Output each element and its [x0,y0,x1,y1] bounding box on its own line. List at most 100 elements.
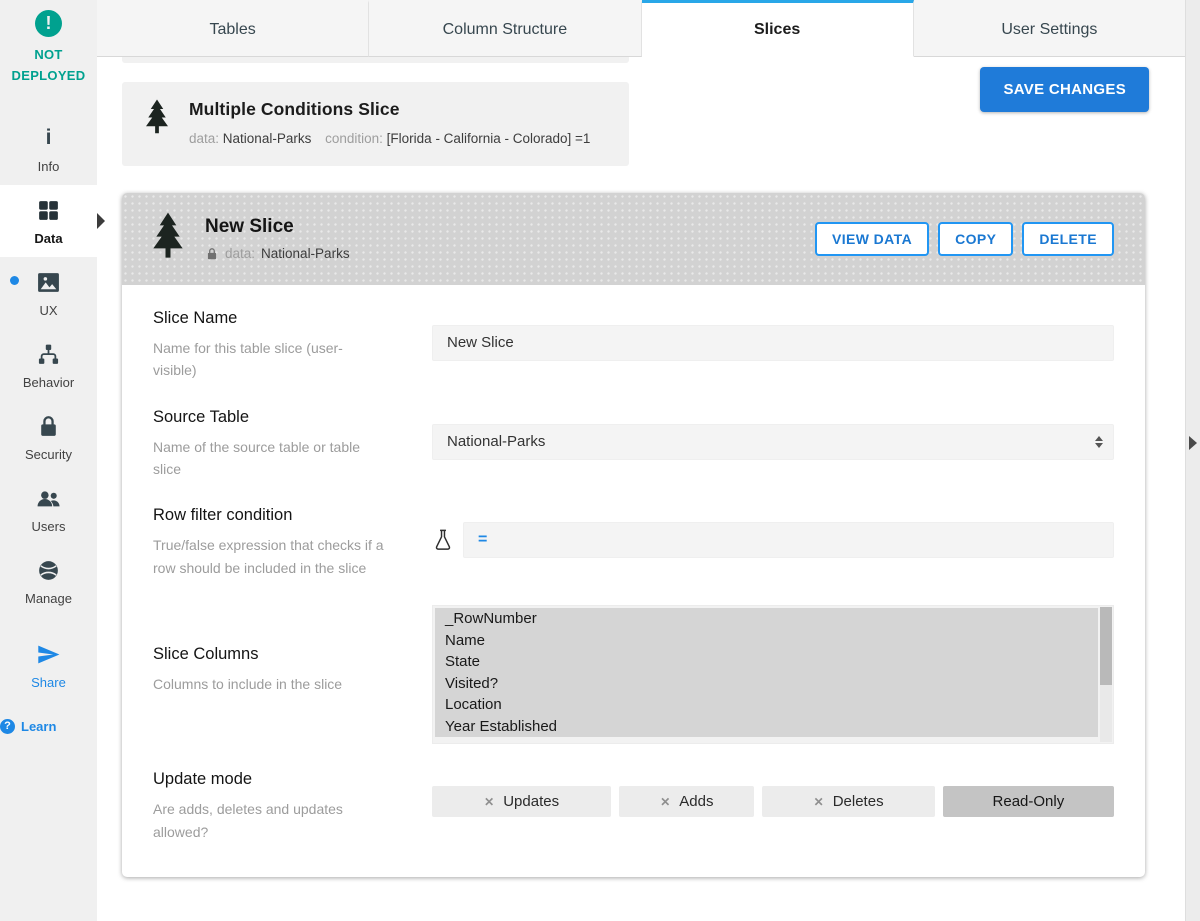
update-mode-row: Update mode Are adds, deletes and update… [153,770,1114,843]
column-option[interactable]: _RowNumber [435,608,1098,630]
select-arrows-icon [1095,436,1103,448]
content-panel: SAVE CHANGES Multiple Conditions Slice d… [97,57,1185,921]
tree-icon [148,211,188,266]
slice-name-label: Slice Name [153,309,406,328]
source-table-row: Source Table Name of the source table or… [153,408,1114,481]
sidebar: ! NOT DEPLOYED i Info Data [0,0,97,921]
slice-meta: data: National-Parks condition: [Florida… [189,129,590,150]
update-mode-option-deletes[interactable]: ✕ Deletes [762,786,934,817]
sidebar-item-data[interactable]: Data [0,185,97,257]
sidebar-item-security[interactable]: Security [0,401,97,473]
grid-icon [36,197,61,224]
source-table-select[interactable]: National-Parks [432,424,1114,460]
row-filter-row: Row filter condition True/false expressi… [153,506,1114,579]
row-filter-label: Row filter condition [153,506,406,525]
remove-icon: ✕ [660,795,670,809]
source-table-selected-value: National-Parks [447,433,545,450]
scrollbar-track[interactable] [1100,607,1112,742]
sidebar-item-manage[interactable]: Manage [0,545,97,617]
deploy-status-line1: NOT [12,45,86,66]
tab-user-settings[interactable]: User Settings [914,0,1185,57]
update-mode-help: Are adds, deletes and updates allowed? [153,798,385,843]
app-window: ! NOT DEPLOYED i Info Data [0,0,1200,921]
sidebar-item-label: Manage [25,591,72,606]
slice-columns-label: Slice Columns [153,645,406,664]
slice-card-collapsed[interactable]: Multiple Conditions Slice data: National… [122,82,629,166]
slice-form: Slice Name Name for this table slice (us… [122,285,1145,877]
tab-tables[interactable]: Tables [97,0,369,57]
sidebar-item-info[interactable]: i Info [0,113,97,185]
column-option[interactable]: Location [435,694,1098,716]
deploy-status-line2: DEPLOYED [12,66,86,87]
tab-bar: Tables Column Structure Slices User Sett… [97,0,1185,57]
option-label: Adds [679,793,713,810]
update-mode-option-read-only[interactable]: Read-Only [943,786,1114,817]
flask-icon [432,528,454,552]
slice-columns-help: Columns to include in the slice [153,673,385,695]
slice-title: Multiple Conditions Slice [189,99,590,120]
column-option[interactable]: Name [435,630,1098,652]
lock-icon [205,247,219,261]
info-icon: i [46,125,52,152]
lock-icon [36,413,61,440]
column-option[interactable]: Year Established [435,716,1098,738]
copy-button[interactable]: COPY [938,222,1013,256]
row-filter-help: True/false expression that checks if a r… [153,534,385,579]
expand-panel-arrow[interactable] [1189,436,1197,450]
active-item-arrow [97,213,105,229]
slice-title: New Slice [205,216,350,238]
expression-field: = [463,522,1114,558]
image-icon [36,269,61,296]
sidebar-item-ux[interactable]: UX [0,257,97,329]
row-filter-input[interactable] [497,524,1113,556]
source-table-label: Source Table [153,408,406,427]
remove-icon: ✕ [814,795,824,809]
deploy-status[interactable]: ! NOT DEPLOYED [12,10,86,87]
condition-label: condition: [325,131,383,146]
main-area: Tables Column Structure Slices User Sett… [97,0,1185,921]
sidebar-item-learn[interactable]: ? Learn [0,709,97,744]
sidebar-item-users[interactable]: Users [0,473,97,545]
sidebar-item-share[interactable]: Share [0,629,97,701]
sidebar-item-label: Info [38,159,60,174]
sphere-icon [36,557,61,584]
update-mode-options: ✕ Updates ✕ Adds ✕ Deletes [432,786,1114,817]
slice-name-input[interactable] [432,325,1114,361]
update-mode-option-updates[interactable]: ✕ Updates [432,786,611,817]
option-label: Updates [503,793,559,810]
option-label: Deletes [833,793,884,810]
equals-operator[interactable]: = [464,531,497,549]
users-icon [36,485,61,512]
slice-actions: VIEW DATA COPY DELETE [815,222,1114,256]
slice-header[interactable]: New Slice data: National-Parks VIEW DATA… [122,193,1145,285]
sidebar-item-behavior[interactable]: Behavior [0,329,97,401]
sidebar-item-label: Learn [21,719,56,734]
column-option[interactable]: State [435,651,1098,673]
slice-meta: data: National-Parks [205,246,350,261]
data-label: data: [189,131,219,146]
slice-name-help: Name for this table slice (user-visible) [153,337,385,382]
paper-plane-icon [36,641,61,668]
condition-value: [Florida - California - Colorado] =1 [387,131,591,146]
save-changes-button[interactable]: SAVE CHANGES [980,67,1149,112]
delete-button[interactable]: DELETE [1022,222,1114,256]
data-value: National-Parks [261,246,350,261]
scrollbar-thumb[interactable] [1100,607,1112,685]
sidebar-item-label: Share [31,675,66,690]
tree-icon [142,99,172,150]
slice-name-row: Slice Name Name for this table slice (us… [153,309,1114,382]
help-icon: ? [0,719,15,734]
sitemap-icon [36,341,61,368]
data-value: National-Parks [223,131,312,146]
update-mode-label: Update mode [153,770,406,789]
tab-slices[interactable]: Slices [642,0,914,57]
tab-column-structure[interactable]: Column Structure [369,0,641,57]
update-mode-option-adds[interactable]: ✕ Adds [619,786,754,817]
view-data-button[interactable]: VIEW DATA [815,222,929,256]
slice-columns-row: Slice Columns Columns to include in the … [153,605,1114,744]
alert-icon: ! [35,10,62,37]
right-panel-rail [1185,0,1200,921]
slice-card-expanded: New Slice data: National-Parks VIEW DATA… [122,193,1145,877]
column-option[interactable]: Visited? [435,673,1098,695]
sidebar-item-label: Behavior [23,375,74,390]
